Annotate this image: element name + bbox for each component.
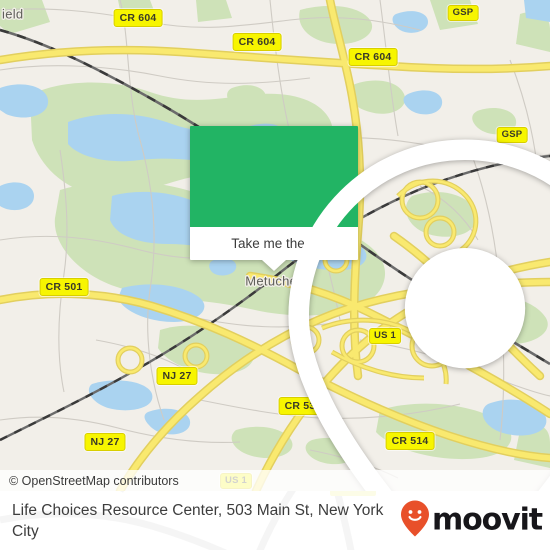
shield-cr-604-b: CR 604 <box>232 33 282 51</box>
shield-nj-27-b: NJ 27 <box>84 433 126 451</box>
shield-cr-604-c: CR 604 <box>348 48 398 66</box>
popup-header <box>190 126 550 491</box>
map-attribution: © OpenStreetMap contributors <box>0 470 550 491</box>
moovit-logo[interactable]: moovit <box>400 499 543 542</box>
map-screenshot: CR 604CR 604CR 604GSPGSPCR 501US 1US 1NJ… <box>0 0 550 550</box>
moovit-smiley-pin-icon <box>400 499 430 542</box>
shield-cr-604-a: CR 604 <box>113 9 163 27</box>
label-field-cut: ield <box>2 6 24 22</box>
shield-gsp-top: GSP <box>447 5 479 21</box>
popup-tail <box>262 260 286 271</box>
attribution-text: © OpenStreetMap contributors <box>9 473 179 488</box>
location-address: Life Choices Resource Center, 503 Main S… <box>12 502 384 540</box>
footer-bar: Life Choices Resource Center, 503 Main S… <box>0 491 550 550</box>
map-canvas[interactable]: CR 604CR 604CR 604GSPGSPCR 501US 1US 1NJ… <box>0 0 550 491</box>
moovit-wordmark: moovit <box>431 502 543 538</box>
shield-cr-501: CR 501 <box>39 278 89 296</box>
location-popup[interactable]: Take me there <box>190 126 550 491</box>
